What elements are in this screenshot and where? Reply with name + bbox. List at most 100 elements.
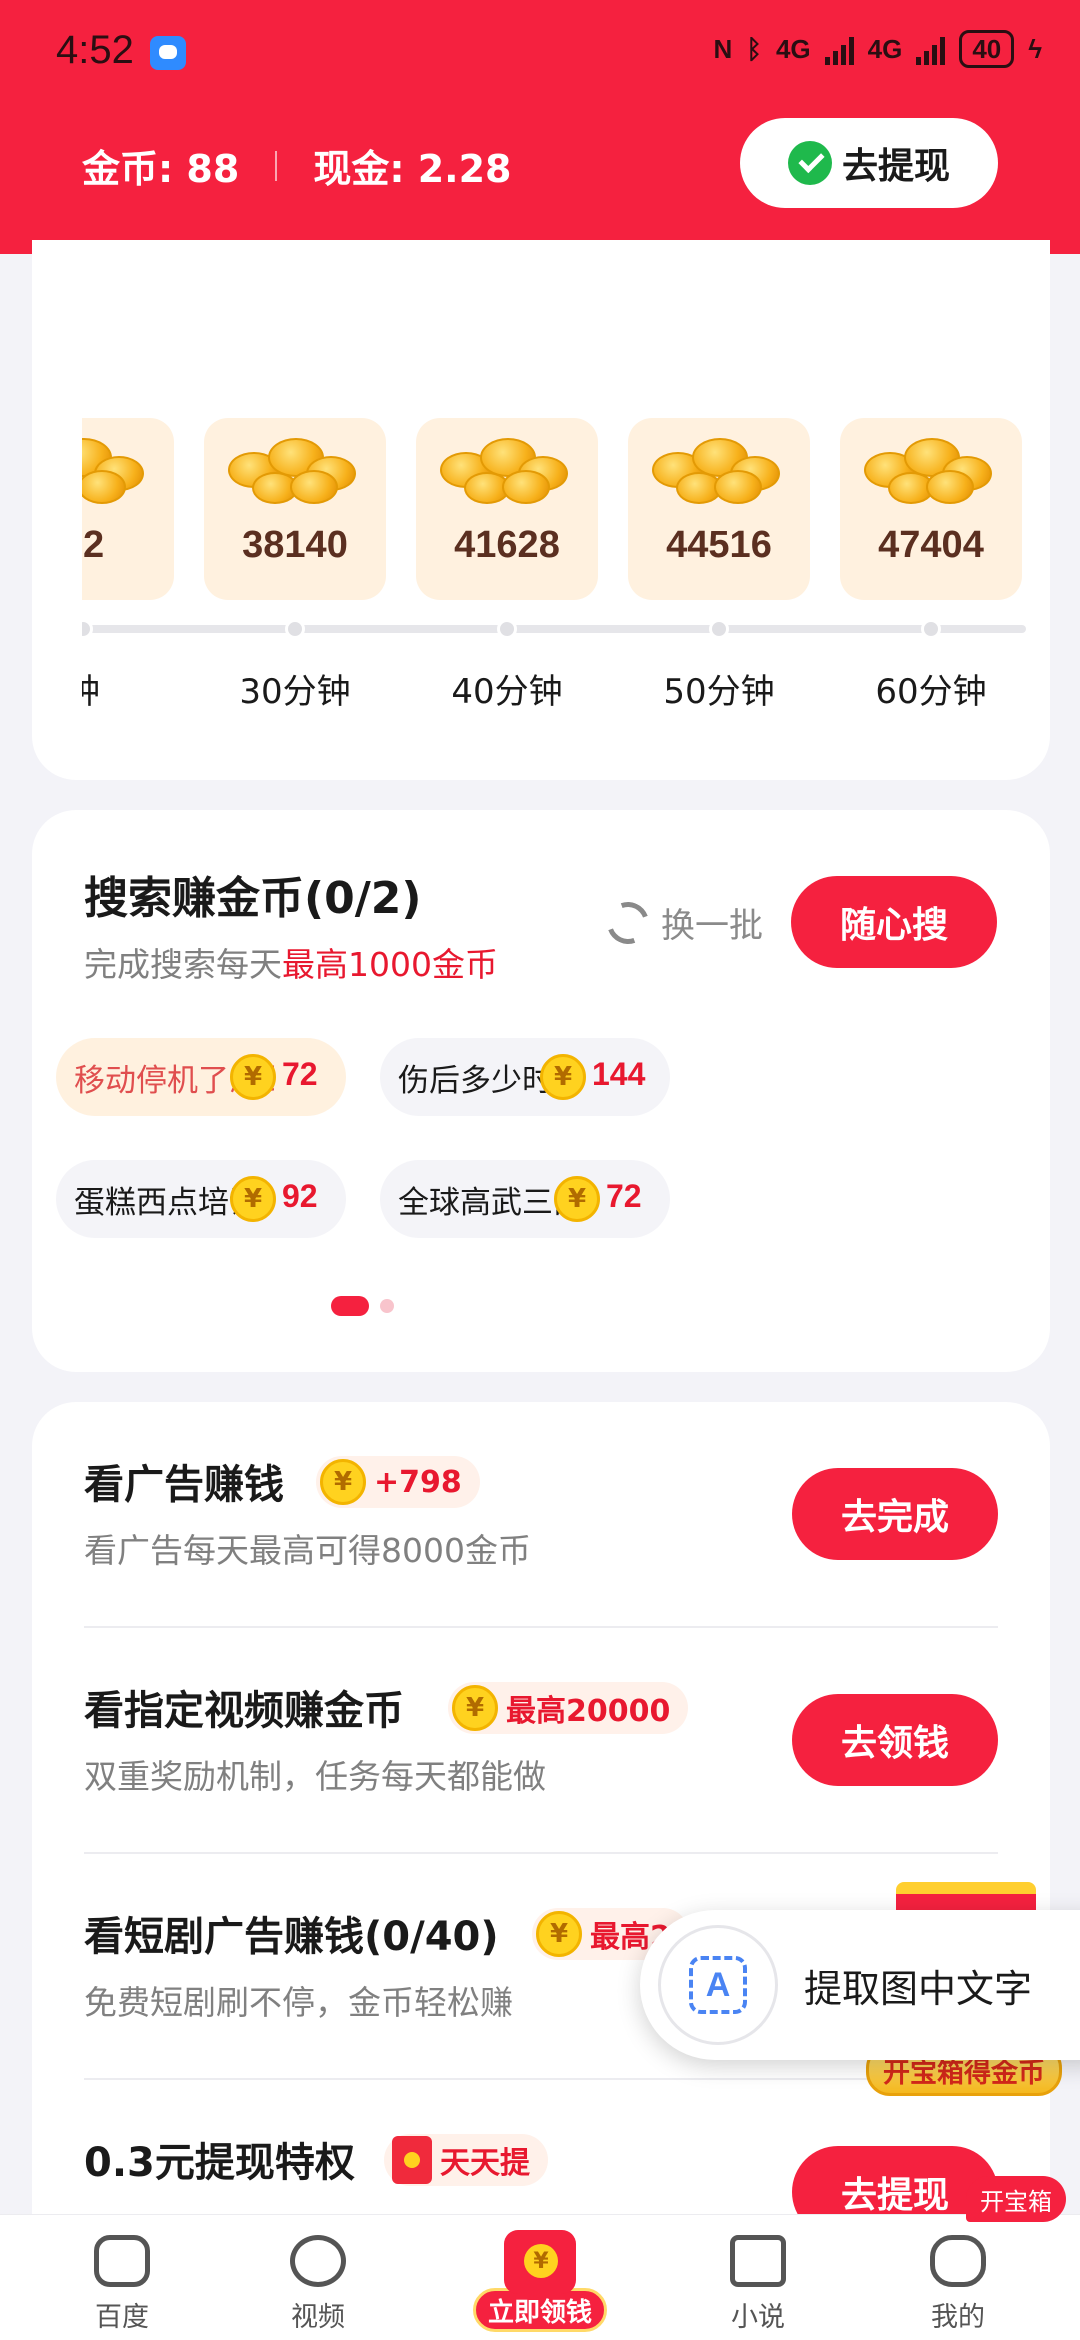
pager-dot xyxy=(380,1299,394,1313)
reward-tile[interactable]: 47404 xyxy=(840,418,1022,600)
withdraw-button[interactable]: 去提现 xyxy=(740,118,998,208)
task-reward-badge: ¥ 最高20000 xyxy=(448,1682,689,1734)
task-action-button[interactable]: 去领钱 xyxy=(792,1694,998,1786)
reward-time-label: 50分钟 xyxy=(663,672,775,712)
search-earn-subtitle-highlight: 最高1000金币 xyxy=(282,945,498,984)
task-title: 看广告赚钱 xyxy=(84,1462,284,1508)
task-list-card: 看广告赚钱 ¥ +798 看广告每天最高可得8000金币 去完成 看指定视频赚金币 ¥ 最高2… xyxy=(32,1402,1050,2340)
coin-balance: 金币: 88 xyxy=(82,147,240,191)
task-subtitle: 免费短剧刷不停，金币轻松赚 xyxy=(84,1983,513,2022)
nav-label-profile: 我的 xyxy=(931,2302,985,2333)
reward-tile[interactable]: 41628 xyxy=(416,418,598,600)
task-subtitle: 看广告每天最高可得8000金币 xyxy=(84,1531,531,1570)
reward-carousel[interactable]: 52 钟 38140 30分钟 41628 40分钟 44516 50分钟 47404 60分钟 xyxy=(82,418,1026,718)
text-recognition-letter: A xyxy=(689,1956,747,2014)
coin-icon: ¥ xyxy=(554,1176,600,1222)
status-bar: 4:52 N ᛒ 4G 4G 40 ϟ xyxy=(0,0,1080,105)
book-icon xyxy=(730,2235,786,2287)
search-earn-title: 搜索赚金币(0/2) xyxy=(84,873,422,924)
search-chip[interactable]: 蛋糕西点培训速...¥92 xyxy=(56,1160,346,1238)
coin-stack-icon xyxy=(228,434,362,510)
nav-item-baidu[interactable]: 百度 xyxy=(52,2235,192,2334)
extract-text-floating-button[interactable]: A 提取图中文字 xyxy=(640,1910,1080,2060)
reward-value: 47404 xyxy=(878,524,984,566)
reward-time-label: 60分钟 xyxy=(875,672,987,712)
nav-item-profile[interactable]: 我的 xyxy=(888,2235,1028,2334)
random-search-button[interactable]: 随心搜 xyxy=(791,876,997,968)
progress-dot xyxy=(285,619,305,639)
red-envelope-icon xyxy=(504,2230,576,2294)
nav-label-novel: 小说 xyxy=(731,2302,785,2333)
search-earn-subtitle: 完成搜索每天最高1000金币 xyxy=(84,938,498,986)
search-chip-coins: 72 xyxy=(606,1178,642,1214)
coin-icon: ¥ xyxy=(540,1054,586,1100)
task-action-button[interactable]: 去完成 xyxy=(792,1468,998,1560)
progress-dot xyxy=(82,619,93,639)
search-chip[interactable]: 移动停机了怎么...¥72 xyxy=(56,1038,346,1116)
search-earn-card: 搜索赚金币(0/2) 完成搜索每天最高1000金币 换一批 随心搜 移动停机了怎… xyxy=(32,810,1050,1372)
red-envelope-icon xyxy=(392,2136,432,2184)
reward-tile[interactable]: 38140 xyxy=(204,418,386,600)
search-chip[interactable]: 伤后多少时间...¥144 xyxy=(380,1038,670,1116)
nav-label-earn-now: 立即领钱 xyxy=(473,2288,607,2332)
baidu-icon xyxy=(94,2235,150,2287)
coin-icon: ¥ xyxy=(536,1911,582,1957)
divider xyxy=(275,150,278,181)
coin-stack-icon xyxy=(82,434,150,510)
task-reward-text: +798 xyxy=(374,1464,462,1500)
search-chip[interactable]: 全球高武三部曲...¥72 xyxy=(380,1160,670,1238)
search-chip-coins: 92 xyxy=(282,1178,318,1214)
signal-icon-2 xyxy=(916,33,946,65)
coin-stack-icon xyxy=(864,434,998,510)
treasure-badge: 开宝箱 xyxy=(966,2176,1066,2222)
reward-time-label: 30分钟 xyxy=(239,672,351,712)
reward-value: 52 xyxy=(82,524,105,566)
coin-icon: ¥ xyxy=(230,1054,276,1100)
reward-time-label: 钟 xyxy=(82,672,100,712)
wechat-icon xyxy=(787,141,832,185)
reward-tile[interactable]: 44516 xyxy=(628,418,810,600)
extract-text-label: 提取图中文字 xyxy=(804,1966,1033,2011)
task-subtitle: 双重奖励机制，任务每天都能做 xyxy=(84,1757,546,1796)
reward-progress-line xyxy=(82,625,1026,633)
refresh-batch-button[interactable]: 换一批 xyxy=(600,894,763,951)
cash-balance: 现金: 2.28 xyxy=(313,147,512,191)
progress-dot xyxy=(497,619,517,639)
coin-stack-icon xyxy=(652,434,786,510)
progress-dot xyxy=(921,619,941,639)
nav-label-baidu: 百度 xyxy=(95,2302,149,2333)
network-label-1: 4G xyxy=(775,33,811,64)
coin-icon: ¥ xyxy=(230,1176,276,1222)
refresh-icon xyxy=(600,894,656,951)
status-icons: N ᛒ 4G 4G 40 ϟ xyxy=(714,30,1042,68)
refresh-label: 换一批 xyxy=(661,906,763,946)
nav-label-video: 视频 xyxy=(291,2302,345,2333)
task-title: 看指定视频赚金币 xyxy=(84,1688,404,1734)
task-reward-badge: ¥ +798 xyxy=(316,1456,480,1508)
bluetooth-icon: ᛒ xyxy=(746,33,762,64)
balance-row: 金币: 88 现金: 2.28 xyxy=(82,138,512,193)
nav-item-earn-now[interactable]: 立即领钱 xyxy=(470,2230,610,2332)
reward-tile[interactable]: 52 xyxy=(82,418,174,600)
task-title: 看短剧广告赚钱(0/40) xyxy=(84,1914,499,1960)
task-reward-badge: 天天提 xyxy=(384,2134,548,2186)
nav-item-video[interactable]: 视频 xyxy=(248,2235,388,2334)
pager-dot-active xyxy=(331,1296,369,1316)
status-time: 4:52 xyxy=(56,28,134,72)
task-row: 看广告赚钱 ¥ +798 看广告每天最高可得8000金币 去完成 xyxy=(84,1402,998,1628)
task-row: 看指定视频赚金币 ¥ 最高20000 双重奖励机制，任务每天都能做 去领钱 xyxy=(84,1628,998,1854)
task-reward-text: 最高20000 xyxy=(506,1694,671,1729)
nav-item-novel[interactable]: 小说 xyxy=(688,2235,828,2334)
header: 4:52 N ᛒ 4G 4G 40 ϟ 金币: 88 现金: 2.28 去提现 xyxy=(0,0,1080,254)
reward-value: 44516 xyxy=(666,524,772,566)
text-recognition-icon: A xyxy=(658,1925,778,2045)
task-title: 0.3元提现特权 xyxy=(84,2140,355,2186)
reward-value: 38140 xyxy=(242,524,348,566)
reward-value: 41628 xyxy=(454,524,560,566)
coin-icon: ¥ xyxy=(320,1459,366,1505)
battery-level: 40 xyxy=(959,30,1015,68)
progress-dot xyxy=(709,619,729,639)
search-chip-coins: 72 xyxy=(282,1056,318,1092)
search-earn-subtitle-prefix: 完成搜索每天 xyxy=(84,945,282,984)
network-label-2: 4G xyxy=(867,33,903,64)
